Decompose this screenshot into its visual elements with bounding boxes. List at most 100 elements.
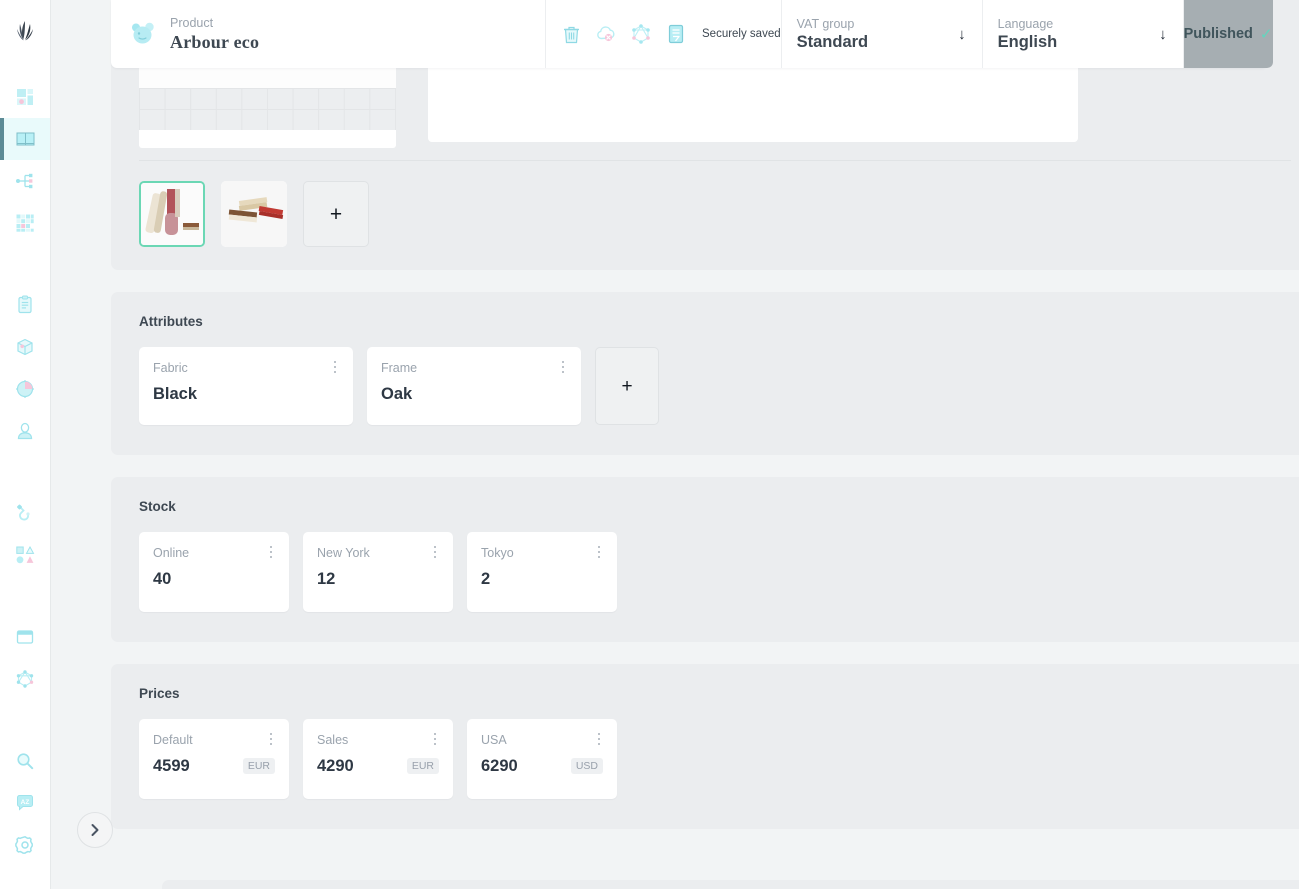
content-column: + Attributes Fabric Black Frame Oak + St… — [111, 0, 1299, 829]
price-sales-value: 4290 — [317, 757, 354, 775]
sidebar-item-customers[interactable] — [0, 410, 50, 452]
sidebar-item-shapes[interactable] — [0, 534, 50, 576]
graphql-icon — [16, 670, 34, 688]
product-header: Product Arbour eco Securely saved VAT gr… — [111, 0, 1273, 68]
price-card-usa[interactable]: USA 6290 USD — [467, 719, 617, 799]
vat-group-label: VAT group — [796, 16, 855, 31]
delete-button[interactable] — [561, 24, 582, 45]
sidebar-item-settings[interactable] — [0, 824, 50, 866]
document-button[interactable] — [665, 23, 687, 45]
window-icon — [16, 630, 34, 644]
next-page-button[interactable] — [77, 812, 113, 848]
stock-new-york-menu-icon[interactable] — [428, 544, 442, 560]
box-icon — [17, 338, 33, 356]
sidebar-item-orders[interactable] — [0, 284, 50, 326]
attribute-card-fabric[interactable]: Fabric Black — [139, 347, 353, 425]
thumbnail-1[interactable] — [139, 181, 205, 247]
stock-online-menu-icon[interactable] — [264, 544, 278, 560]
stock-panel: Stock Online 40 New York 12 Tokyo 2 — [111, 477, 1299, 642]
vat-group-value: Standard — [796, 32, 869, 51]
svg-text:AZ: AZ — [21, 799, 30, 806]
add-image-button[interactable]: + — [303, 181, 369, 247]
clipboard-icon — [18, 295, 32, 314]
next-panel-stub — [162, 880, 1299, 889]
language-value: English — [997, 32, 1058, 51]
header-action-icons: Securely saved — [546, 0, 782, 68]
stock-card-new-york[interactable]: New York 12 — [303, 532, 453, 612]
price-usa-label: USA — [481, 733, 507, 747]
price-card-sales[interactable]: Sales 4290 EUR — [303, 719, 453, 799]
main-content: + Attributes Fabric Black Frame Oak + St… — [51, 0, 1299, 889]
price-default-value: 4599 — [153, 757, 190, 775]
sidebar-item-analytics[interactable] — [0, 368, 50, 410]
stock-online-value: 40 — [153, 570, 172, 588]
sidebar-item-graphql[interactable] — [0, 658, 50, 700]
translate-icon: AZ — [17, 795, 33, 811]
graphql-button[interactable] — [630, 23, 652, 45]
dashboard-icon — [17, 89, 33, 105]
vat-group-select[interactable]: VAT group Standard ↓ — [782, 0, 983, 68]
save-status: Securely saved — [702, 28, 781, 40]
thumbnail-2[interactable] — [221, 181, 287, 247]
pie-chart-icon — [16, 380, 34, 398]
attribute-frame-value: Oak — [381, 385, 413, 403]
price-card-default[interactable]: Default 4599 EUR — [139, 719, 289, 799]
sidebar-item-translate[interactable]: AZ — [0, 782, 50, 824]
language-dropdown-arrow-icon[interactable]: ↓ — [1159, 27, 1167, 42]
document-icon — [668, 24, 684, 44]
stock-card-online[interactable]: Online 40 — [139, 532, 289, 612]
stock-card-tokyo[interactable]: Tokyo 2 — [467, 532, 617, 612]
sidebar-item-dashboard[interactable] — [0, 76, 50, 118]
delete-icon — [564, 26, 579, 43]
grid-icon — [16, 214, 34, 232]
attribute-fabric-menu-icon[interactable] — [328, 359, 342, 375]
attribute-frame-menu-icon[interactable] — [556, 359, 570, 375]
price-sales-menu-icon[interactable] — [428, 731, 442, 747]
shapes-icon — [16, 545, 35, 564]
attributes-row: Fabric Black Frame Oak + — [139, 347, 1291, 425]
app-logo[interactable] — [0, 0, 50, 62]
thumbnail-2-image — [221, 181, 287, 247]
stock-title: Stock — [139, 499, 176, 514]
header-title-group: Product Arbour eco — [111, 0, 546, 68]
attributes-title: Attributes — [139, 314, 203, 329]
check-icon: ✓ — [1259, 25, 1273, 43]
book-icon — [16, 132, 34, 145]
price-default-currency: EUR — [242, 758, 275, 774]
image-grid-placeholder — [139, 88, 396, 130]
price-usa-currency: USD — [570, 758, 603, 774]
sidebar-item-grid[interactable] — [0, 202, 50, 244]
sidebar-item-structure[interactable] — [0, 160, 50, 202]
price-default-menu-icon[interactable] — [264, 731, 278, 747]
stock-online-label: Online — [153, 546, 190, 560]
attribute-card-frame[interactable]: Frame Oak — [367, 347, 581, 425]
add-attribute-button[interactable]: + — [595, 347, 659, 425]
left-sidebar: AZ — [0, 0, 51, 889]
attributes-panel: Attributes Fabric Black Frame Oak + — [111, 292, 1299, 455]
stock-new-york-label: New York — [317, 546, 370, 560]
sidebar-item-integrations[interactable] — [0, 492, 50, 534]
bear-head-icon — [132, 22, 154, 44]
price-default-label: Default — [153, 733, 193, 747]
sitemap-icon — [16, 173, 33, 189]
prices-row: Default 4599 EUR Sales 4290 EUR USA 6290… — [139, 719, 1291, 799]
sidebar-item-windows[interactable] — [0, 616, 50, 658]
publish-status-button[interactable]: Published ✓ — [1183, 0, 1273, 68]
price-usa-menu-icon[interactable] — [592, 731, 606, 747]
stock-tokyo-menu-icon[interactable] — [592, 544, 606, 560]
chevron-right-icon — [91, 824, 99, 836]
sidebar-item-products[interactable] — [0, 326, 50, 368]
vat-dropdown-arrow-icon[interactable]: ↓ — [958, 27, 966, 42]
graphql-icon — [632, 24, 650, 44]
language-label: Language — [997, 16, 1054, 31]
stock-new-york-value: 12 — [317, 570, 336, 588]
sidebar-item-search[interactable] — [0, 740, 50, 782]
thumbnail-list: + — [111, 161, 1299, 247]
language-select[interactable]: Language English ↓ — [983, 0, 1184, 68]
sidebar-item-catalog[interactable] — [0, 118, 50, 160]
page-title: Arbour eco — [170, 31, 260, 52]
price-usa-value: 6290 — [481, 757, 518, 775]
stock-tokyo-value: 2 — [481, 570, 491, 588]
unpublish-button[interactable] — [595, 23, 617, 45]
price-sales-currency: EUR — [406, 758, 439, 774]
